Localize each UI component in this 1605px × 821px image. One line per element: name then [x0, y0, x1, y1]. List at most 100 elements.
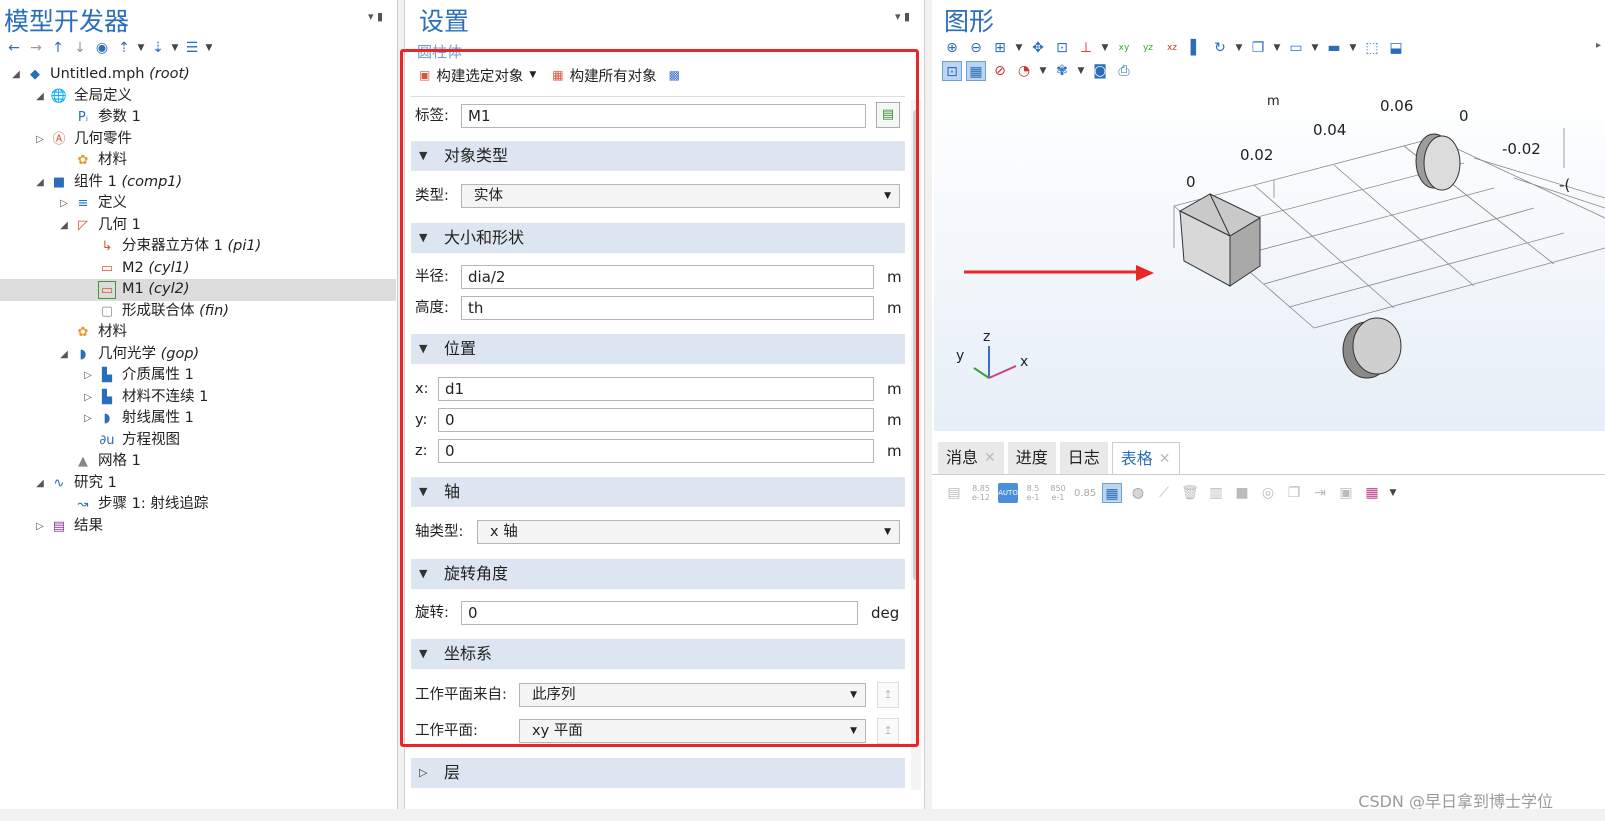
- y-input[interactable]: 0: [438, 408, 874, 432]
- tree-item[interactable]: ◢ ∿ 研究 1: [0, 473, 396, 495]
- clear-icon[interactable]: ⟋: [1154, 483, 1174, 503]
- z-input[interactable]: 0: [438, 439, 874, 463]
- scrollbar[interactable]: [911, 100, 921, 790]
- radius-input[interactable]: dia/2: [461, 265, 874, 289]
- build-all-icon[interactable]: ▦: [552, 68, 563, 82]
- x-input[interactable]: d1: [438, 377, 874, 401]
- workplane-from-select[interactable]: 此序列 ▼: [519, 683, 866, 707]
- tree-item[interactable]: ▷ ▙ 材料不连续 1: [0, 387, 396, 409]
- chevron-down-icon[interactable]: ▼: [1272, 38, 1282, 58]
- scene-light-icon[interactable]: ▭: [1286, 38, 1306, 58]
- zoom-box-icon[interactable]: ⊞: [990, 38, 1010, 58]
- grid-select-icon[interactable]: ▦: [966, 61, 986, 81]
- render-icon[interactable]: ▬: [1324, 38, 1344, 58]
- collapsed-icon[interactable]: ▷: [34, 516, 46, 538]
- table-copy-icon[interactable]: ▣: [1336, 483, 1356, 503]
- expanded-icon[interactable]: ◢: [34, 86, 46, 108]
- show-icon[interactable]: ◉: [92, 38, 112, 58]
- tree-item[interactable]: ▲ 网格 1: [0, 451, 396, 473]
- section-layers[interactable]: ▷ 层: [411, 758, 905, 788]
- camera-icon[interactable]: ◙: [1090, 61, 1110, 81]
- section-axis[interactable]: ▼ 轴: [411, 477, 905, 507]
- auto-format-icon[interactable]: AUTO: [998, 483, 1018, 503]
- select-box-icon[interactable]: ⬚: [1362, 38, 1382, 58]
- chevron-down-icon[interactable]: ▼: [1014, 38, 1024, 58]
- delete-icon[interactable]: 🗑: [1180, 483, 1200, 503]
- tree-item[interactable]: ◢ ◗ 几何光学 (gop): [0, 344, 396, 366]
- scrollbar-thumb[interactable]: [913, 110, 919, 580]
- more-tools-icon[interactable]: ▸: [1596, 40, 1601, 51]
- axis-type-select[interactable]: x 轴 ▼: [477, 520, 900, 544]
- globe-icon[interactable]: ◍: [1128, 483, 1148, 503]
- tab-messages[interactable]: 消息 ✕: [938, 442, 1004, 474]
- rotate-icon[interactable]: ↻: [1210, 38, 1230, 58]
- tree-item[interactable]: ▷ ▙ 介质属性 1: [0, 365, 396, 387]
- fingerprint-icon[interactable]: ◎: [1258, 483, 1278, 503]
- chevron-down-icon[interactable]: ▼: [1076, 61, 1086, 81]
- hide-icon[interactable]: ⊘: [990, 61, 1010, 81]
- xz-view-icon[interactable]: xz: [1162, 38, 1182, 58]
- pane-menu-icon[interactable]: ▾ ▮: [368, 10, 383, 23]
- label-input[interactable]: M1: [461, 104, 866, 128]
- rotation-input[interactable]: 0: [461, 601, 858, 625]
- section-rotation[interactable]: ▼ 旋转角度: [411, 559, 905, 589]
- copy-icon[interactable]: ❐: [1284, 483, 1304, 503]
- section-object-type[interactable]: ▼ 对象类型: [411, 141, 905, 171]
- collapsed-icon[interactable]: ▷: [82, 365, 94, 387]
- tree-item[interactable]: ↝ 步骤 1: 射线追踪: [0, 494, 396, 516]
- height-input[interactable]: th: [461, 296, 874, 320]
- goto-source-icon[interactable]: ↥: [877, 682, 899, 708]
- collapsed-icon[interactable]: ▷: [58, 193, 70, 215]
- precision-c-icon[interactable]: 850 e-1: [1048, 484, 1068, 502]
- chevron-down-icon[interactable]: ▼: [170, 38, 180, 58]
- zoom-out-icon[interactable]: ⊖: [966, 38, 986, 58]
- move-down-icon[interactable]: ↓: [70, 38, 90, 58]
- chevron-down-icon[interactable]: ▼: [529, 70, 536, 80]
- tree-item[interactable]: ▢ 形成联合体 (fin): [0, 301, 396, 323]
- tree-item[interactable]: ◢ 🌐 全局定义: [0, 86, 396, 108]
- forward-arrow-icon[interactable]: →: [26, 38, 46, 58]
- build-all-button[interactable]: 构建所有对象: [570, 65, 657, 86]
- expanded-icon[interactable]: ◢: [10, 64, 22, 86]
- xy-view-icon[interactable]: xy: [1114, 38, 1134, 58]
- chevron-down-icon[interactable]: ▼: [204, 38, 214, 58]
- tree-item[interactable]: ✿ 材料: [0, 322, 396, 344]
- tree-item[interactable]: ∂u 方程视图: [0, 430, 396, 452]
- section-coordinate-system[interactable]: ▼ 坐标系: [411, 639, 905, 669]
- export-icon[interactable]: ⇥: [1310, 483, 1330, 503]
- tree-item[interactable]: ◢ ■ 组件 1 (comp1): [0, 172, 396, 194]
- chevron-down-icon[interactable]: ▼: [136, 38, 146, 58]
- decimal-icon[interactable]: 0.85: [1074, 488, 1096, 499]
- tab-progress[interactable]: 进度: [1007, 442, 1056, 474]
- collapsed-icon[interactable]: ▷: [82, 387, 94, 409]
- pane-menu-icon[interactable]: ▾ ▮: [895, 10, 910, 23]
- zoom-selected-icon[interactable]: ✥: [1028, 38, 1048, 58]
- collapse-all-icon[interactable]: ⇣: [148, 38, 168, 58]
- camera-settings-icon[interactable]: ✾: [1052, 61, 1072, 81]
- collapsed-icon[interactable]: ▷: [34, 129, 46, 151]
- section-size-shape[interactable]: ▼ 大小和形状: [411, 223, 905, 253]
- tree-item[interactable]: ↳ 分束器立方体 1 (pi1): [0, 236, 396, 258]
- build-selected-button[interactable]: 构建选定对象: [436, 65, 523, 86]
- show-hide-icon[interactable]: ◔: [1014, 61, 1034, 81]
- chevron-down-icon[interactable]: ▼: [1388, 483, 1398, 503]
- table-grid-icon[interactable]: ▦: [1102, 483, 1122, 503]
- tree-item[interactable]: ◢ ◸ 几何 1: [0, 215, 396, 237]
- close-icon[interactable]: ✕: [984, 442, 996, 474]
- table-format-icon[interactable]: ▦: [1362, 483, 1382, 503]
- goto-source-icon[interactable]: ↥: [877, 718, 899, 744]
- expanded-icon[interactable]: ◢: [58, 215, 70, 237]
- collapsed-icon[interactable]: ▷: [82, 408, 94, 430]
- tree-item[interactable]: ▷ ≡ 定义: [0, 193, 396, 215]
- zoom-extents-icon[interactable]: ⊡: [1052, 38, 1072, 58]
- list-view-icon[interactable]: ☰: [182, 38, 202, 58]
- precision-b-icon[interactable]: 8.5 e-1: [1024, 484, 1042, 502]
- precision-a-icon[interactable]: 8.85 e-12: [970, 484, 992, 502]
- section-position[interactable]: ▼ 位置: [411, 334, 905, 364]
- tab-table[interactable]: 表格 ✕: [1111, 442, 1180, 474]
- projection-icon[interactable]: ▌: [1186, 38, 1206, 58]
- chevron-down-icon[interactable]: ▼: [1310, 38, 1320, 58]
- zoom-in-icon[interactable]: ⊕: [942, 38, 962, 58]
- chevron-down-icon[interactable]: ▼: [1234, 38, 1244, 58]
- move-up-icon[interactable]: ↑: [48, 38, 68, 58]
